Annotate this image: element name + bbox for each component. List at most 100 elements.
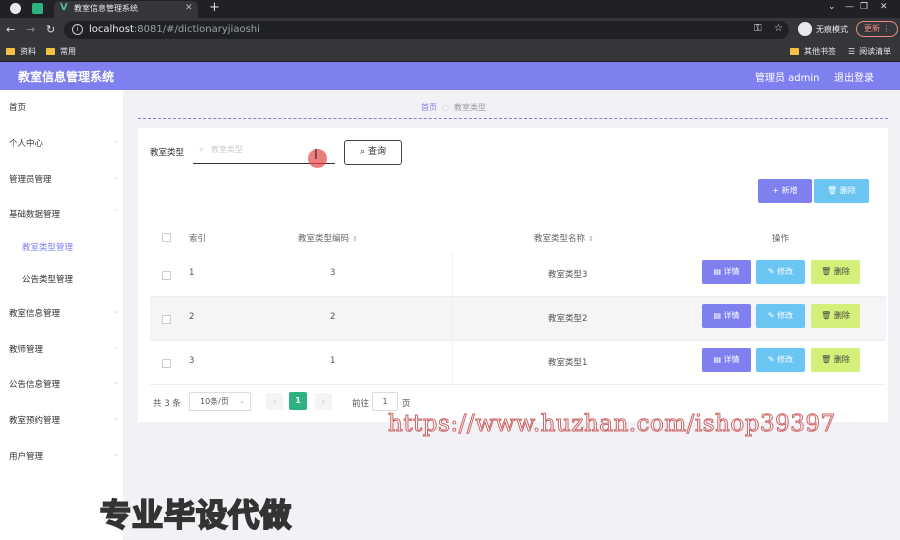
- cell-code: 3: [330, 268, 336, 278]
- sidebar-item-base-data[interactable]: 基础数据管理 ⌃: [9, 208, 119, 220]
- column-divider: [452, 341, 453, 385]
- browser-globe-icon[interactable]: [10, 3, 21, 14]
- new-tab-icon[interactable]: +: [209, 1, 220, 15]
- close-tab-icon[interactable]: ✕: [185, 3, 193, 13]
- sidebar-item-classroom-info[interactable]: 教室信息管理 ⌄: [9, 307, 119, 319]
- table-row: 2 2 教室类型2 ▤ 详情 ✎ 修改 🗑 删除: [150, 297, 886, 341]
- url-text: localhost:8081/#/dictionaryjiaoshi: [89, 24, 260, 35]
- batch-delete-button[interactable]: 🗑 删除: [814, 179, 869, 203]
- table-row: 1 3 教室类型3 ▤ 详情 ✎ 修改 🗑 删除: [150, 253, 886, 297]
- chevron-down-icon: ⌄: [113, 173, 119, 181]
- incognito-icon[interactable]: [798, 22, 812, 36]
- promo-caption: 专业毕设代做: [99, 497, 292, 535]
- pinned-tab-icon[interactable]: [32, 3, 43, 14]
- sidebar-item-classroom-type[interactable]: 教室类型管理: [22, 241, 132, 253]
- logout-link[interactable]: 退出登录: [834, 69, 874, 84]
- search-input[interactable]: [211, 145, 321, 154]
- table-row: 3 1 教室类型1 ▤ 详情 ✎ 修改 🗑 删除: [150, 341, 886, 385]
- sidebar-item-reservation[interactable]: 教室预约管理 ⌄: [9, 414, 119, 426]
- browser-tab-title: 教室信息管理系统: [74, 4, 138, 13]
- reading-list[interactable]: ☰ 阅读清单: [848, 46, 891, 57]
- delete-button[interactable]: 🗑 删除: [811, 260, 860, 284]
- breadcrumb-home[interactable]: 首页: [421, 103, 437, 112]
- sidebar-item-profile[interactable]: 个人中心 ⌄: [9, 137, 119, 149]
- tab-search-icon[interactable]: ⌄: [828, 2, 836, 12]
- sidebar-item-home[interactable]: 首页: [9, 101, 119, 113]
- bookmark-folder-ziliao[interactable]: 资料: [6, 46, 36, 57]
- sidebar-item-teacher[interactable]: 教师管理 ⌄: [9, 343, 119, 355]
- update-button[interactable]: 更新 ⋮: [856, 21, 898, 37]
- bookmark-folder-other[interactable]: 其他书签: [790, 46, 836, 57]
- incognito-label: 无痕模式: [816, 25, 848, 34]
- breadcrumb-current: 教室类型: [453, 103, 486, 112]
- add-button[interactable]: + 新增: [758, 179, 812, 203]
- detail-button[interactable]: ▤ 详情: [702, 260, 751, 284]
- edit-button[interactable]: ✎ 修改: [756, 304, 805, 328]
- sidebar-item-notice-type[interactable]: 公告类型管理: [22, 273, 132, 285]
- trash-icon: 🗑: [827, 186, 838, 195]
- row-checkbox[interactable]: [162, 271, 171, 280]
- reload-icon[interactable]: ↻: [46, 23, 55, 36]
- edit-button[interactable]: ✎ 修改: [756, 260, 805, 284]
- chevron-down-icon: ⌄: [113, 378, 119, 386]
- column-header-index: 索引: [189, 234, 207, 244]
- query-button[interactable]: ⌕ 查询: [344, 140, 402, 165]
- chevron-down-icon: ⌄: [239, 397, 245, 405]
- edit-icon: ✎: [767, 311, 775, 320]
- cell-name: 教室类型1: [548, 358, 588, 368]
- chevron-left-icon: ‹: [272, 397, 277, 406]
- sidebar-item-admin[interactable]: 管理员管理 ⌄: [9, 173, 119, 185]
- delete-button[interactable]: 🗑 删除: [811, 348, 860, 372]
- sidebar-item-users[interactable]: 用户管理 ⌄: [9, 450, 119, 462]
- trash-icon: 🗑: [821, 311, 832, 320]
- trash-icon: 🗑: [821, 267, 832, 276]
- chevron-down-icon: ⌄: [113, 450, 119, 458]
- app-header: 教室信息管理系统 管理员 admin 退出登录: [0, 62, 900, 90]
- forward-icon[interactable]: →: [26, 23, 35, 36]
- detail-icon: ▤: [713, 267, 721, 276]
- minimize-icon[interactable]: —: [845, 2, 854, 12]
- cell-name: 教室类型2: [548, 314, 588, 324]
- chevron-down-icon: ⌄: [113, 343, 119, 351]
- column-header-actions: 操作: [772, 234, 790, 244]
- back-icon[interactable]: ←: [6, 23, 15, 36]
- browser-address-bar: ← → ↻ i localhost:8081/#/dictionaryjiaos…: [0, 18, 900, 42]
- column-divider: [452, 253, 453, 297]
- folder-icon: [46, 48, 55, 55]
- maximize-icon[interactable]: ❐: [860, 2, 868, 12]
- plus-icon: +: [772, 186, 780, 195]
- column-header-name[interactable]: 教室类型名称 ⇕: [534, 232, 594, 244]
- pagination-total: 共 3 条: [153, 399, 181, 409]
- delete-button[interactable]: 🗑 删除: [811, 304, 860, 328]
- sort-icon[interactable]: ⇕: [588, 235, 594, 243]
- text-cursor-icon: I: [314, 148, 318, 163]
- bookmarks-bar: 资料 常用 其他书签 ☰ 阅读清单: [0, 42, 900, 62]
- goto-page-input[interactable]: 1: [372, 392, 398, 411]
- detail-button[interactable]: ▤ 详情: [702, 348, 751, 372]
- detail-button[interactable]: ▤ 详情: [702, 304, 751, 328]
- edit-icon: ✎: [767, 355, 775, 364]
- page-number-current[interactable]: 1: [289, 392, 307, 410]
- row-checkbox[interactable]: [162, 359, 171, 368]
- detail-icon: ▤: [713, 355, 721, 364]
- key-icon[interactable]: ⚿: [754, 23, 762, 34]
- row-checkbox[interactable]: [162, 315, 171, 324]
- sidebar-item-notice-info[interactable]: 公告信息管理 ⌄: [9, 378, 119, 390]
- window-close-icon[interactable]: ✕: [880, 2, 888, 12]
- next-page-button[interactable]: ›: [315, 393, 332, 410]
- bookmark-folder-changyong[interactable]: 常用: [46, 46, 76, 57]
- select-all-checkbox[interactable]: [162, 233, 171, 242]
- site-info-icon[interactable]: i: [72, 24, 83, 35]
- watermark-url: https://www.huzhan.com/ishop39397: [388, 411, 836, 438]
- goto-label: 前往: [352, 399, 370, 409]
- page-size-select[interactable]: 10条/页 ⌄: [189, 392, 251, 411]
- search-label: 教室类型: [150, 148, 185, 158]
- bookmark-star-icon[interactable]: ☆: [774, 23, 783, 34]
- column-divider: [452, 297, 453, 341]
- sort-icon[interactable]: ⇕: [352, 235, 358, 243]
- search-icon: ⌕: [360, 147, 366, 157]
- prev-page-button[interactable]: ‹: [266, 393, 283, 410]
- url-field[interactable]: i localhost:8081/#/dictionaryjiaoshi ⚿ ☆: [64, 21, 789, 39]
- column-header-code[interactable]: 教室类型编码 ⇕: [298, 232, 358, 244]
- edit-button[interactable]: ✎ 修改: [756, 348, 805, 372]
